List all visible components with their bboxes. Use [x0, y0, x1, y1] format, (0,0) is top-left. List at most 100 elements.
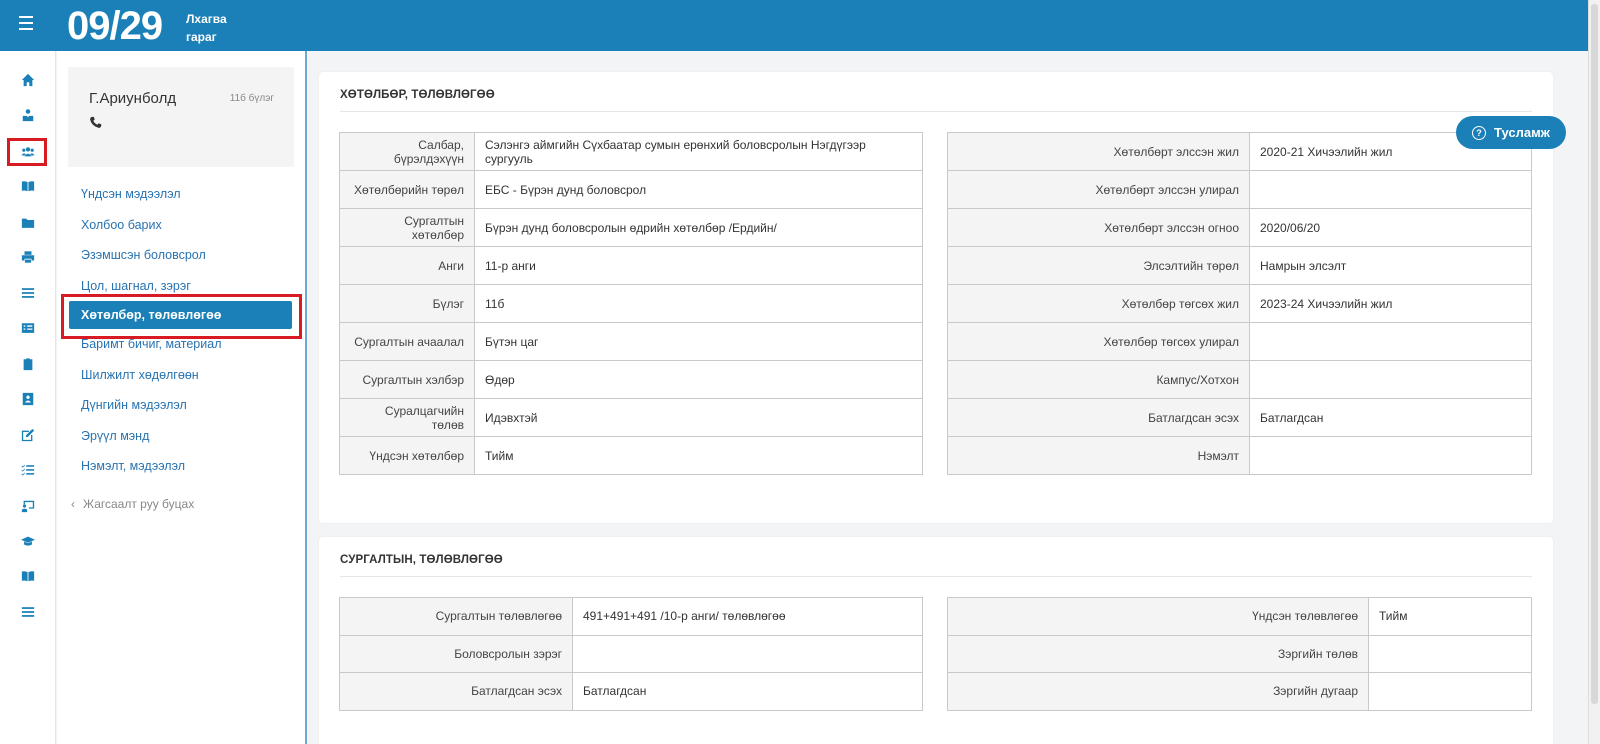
field-value: Намрын элсэлт	[1249, 246, 1532, 285]
field-label: Үндсэн хөтөлбөр	[339, 436, 475, 475]
field-label: Сургалтын хөтөлбөр	[339, 208, 475, 247]
field-label: Салбар, бүрэлдэхүүн	[339, 132, 475, 171]
menu-lines-icon[interactable]	[19, 603, 37, 621]
menu-item-transfers[interactable]: Шилжилт хөдөлгөөн	[57, 360, 305, 391]
field-label: Батлагдсан эсэх	[947, 398, 1250, 437]
contact-card-icon[interactable]	[19, 390, 37, 408]
profile-sidebar: Г.Ариунболд 11б бүлэг Үндсэн мэдээлэл Хо…	[57, 51, 307, 744]
profile-card: Г.Ариунболд 11б бүлэг	[68, 67, 294, 167]
student-name: Г.Ариунболд	[89, 90, 177, 107]
graduation-cap-icon[interactable]	[19, 532, 37, 550]
user-hand-icon[interactable]	[19, 106, 37, 124]
current-date: 09/29	[67, 4, 163, 48]
field-value: Тийм	[474, 436, 923, 475]
menu-item-basic-info[interactable]: Үндсэн мэдээлэл	[57, 179, 305, 210]
divider	[340, 576, 1532, 577]
field-value: 2023-24 Хичээлийн жил	[1249, 284, 1532, 323]
training-plan-title: СУРГАЛТЫН, ТӨЛӨВЛӨГӨӨ	[340, 554, 503, 566]
page-scrollbar[interactable]	[1588, 0, 1600, 744]
field-value: Тийм	[1368, 597, 1532, 636]
field-label: Сургалтын хэлбэр	[339, 360, 475, 399]
field-value	[1249, 170, 1532, 209]
table-row: Нэмэлт	[947, 436, 1532, 475]
menu-item-health[interactable]: Эрүүл мэнд	[57, 421, 305, 452]
field-value	[1249, 436, 1532, 475]
clipboard-icon[interactable]	[19, 355, 37, 373]
table-row: Боловсролын зэрэг	[339, 634, 923, 673]
phone-icon[interactable]	[89, 116, 103, 130]
field-value	[1249, 360, 1532, 399]
table-row: Суралцагчийн төлөв Идэвхтэй	[339, 398, 923, 437]
field-label: Хөтөлбөрт элссэн жил	[947, 132, 1250, 171]
chalkboard-icon[interactable]	[19, 497, 37, 515]
field-value	[572, 634, 923, 673]
table-row: Кампус/Хотхон	[947, 360, 1532, 399]
folder-icon[interactable]	[19, 214, 37, 232]
training-right-table: Үндсэн төлөвлөгөө Тийм Зэргийн төлөв Зэрг…	[947, 597, 1532, 711]
field-label: Хөтөлбөр төгсөх жил	[947, 284, 1250, 323]
field-label: Хөтөлбөр төгсөх улирал	[947, 322, 1250, 361]
help-button-label: Тусламж	[1494, 125, 1550, 140]
book-open-icon[interactable]	[19, 177, 37, 195]
program-right-table: Хөтөлбөрт элссэн жил 2020-21 Хичээлийн жи…	[947, 132, 1532, 475]
weekday-line2: гараг	[186, 30, 217, 44]
rail-selection-highlight	[7, 138, 47, 166]
table-row: Сургалтын төлөвлөгөө 491+491+491 /10-р ан…	[339, 597, 923, 636]
field-value: Өдөр	[474, 360, 923, 399]
table-row: Зэргийн дугаар	[947, 672, 1532, 711]
program-plan-card: ХӨТӨЛБӨР, ТӨЛӨВЛӨГӨӨ Салбар, бүрэлдэхүүн…	[319, 72, 1553, 523]
scrollbar-thumb[interactable]	[1591, 4, 1598, 704]
table-row: Анги 11-р анги	[339, 246, 923, 285]
table-row: Хөтөлбөр төгсөх жил 2023-24 Хичээлийн жил	[947, 284, 1532, 323]
edit-icon[interactable]	[19, 426, 37, 444]
list-icon[interactable]	[19, 284, 37, 302]
id-card-icon[interactable]	[19, 319, 37, 337]
table-row: Хөтөлбөрийн төрөл ЕБС - Бүрэн дунд боловс…	[339, 170, 923, 209]
weekday-line1: Лхагва	[186, 12, 227, 26]
field-label: Анги	[339, 246, 475, 285]
table-row: Хөтөлбөрт элссэн огноо 2020/06/20	[947, 208, 1532, 247]
menu-item-education[interactable]: Эзэмшсэн боловсрол	[57, 240, 305, 271]
back-to-list-link[interactable]: ‹ Жагсаалт руу буцах	[71, 497, 202, 511]
field-value: Батлагдсан	[1249, 398, 1532, 437]
training-left-table: Сургалтын төлөвлөгөө 491+491+491 /10-р ан…	[339, 597, 923, 711]
table-row: Сургалтын хөтөлбөр Бүрэн дунд боловсролын…	[339, 208, 923, 247]
field-label: Бүлэг	[339, 284, 475, 323]
menu-item-grades[interactable]: Дүнгийн мэдээлэл	[57, 390, 305, 421]
table-row: Батлагдсан эсэх Батлагдсан	[339, 672, 923, 711]
training-plan-card: СУРГАЛТЫН, ТӨЛӨВЛӨГӨӨ Сургалтын төлөвлөг…	[319, 537, 1553, 744]
menu-item-contact[interactable]: Холбоо барих	[57, 210, 305, 241]
home-icon[interactable]	[19, 71, 37, 89]
checklist-icon[interactable]	[19, 461, 37, 479]
back-to-list-label: Жагсаалт руу буцах	[83, 497, 195, 511]
field-value: 11-р анги	[474, 246, 923, 285]
field-value: ЕБС - Бүрэн дунд боловсрол	[474, 170, 923, 209]
field-value: Батлагдсан	[572, 672, 923, 711]
table-row: Бүлэг 11б	[339, 284, 923, 323]
menu-selection-highlight	[61, 294, 302, 339]
menu-item-additional-info[interactable]: Нэмэлт, мэдээлэл	[57, 451, 305, 482]
top-header: 09/29 Лхагва гараг	[0, 0, 1588, 51]
table-row: Үндсэн хөтөлбөр Тийм	[339, 436, 923, 475]
field-value: Сэлэнгэ аймгийн Сүхбаатар сумын ерөнхий …	[474, 132, 923, 171]
book-icon[interactable]	[19, 567, 37, 585]
help-button[interactable]: ? Тусламж	[1456, 116, 1566, 149]
field-label: Суралцагчийн төлөв	[339, 398, 475, 437]
field-value	[1249, 322, 1532, 361]
program-plan-title: ХӨТӨЛБӨР, ТӨЛӨВЛӨГӨӨ	[340, 89, 495, 101]
field-value	[1368, 634, 1532, 673]
field-label: Боловсролын зэрэг	[339, 634, 573, 673]
table-row: Үндсэн төлөвлөгөө Тийм	[947, 597, 1532, 636]
field-label: Кампус/Хотхон	[947, 360, 1250, 399]
hamburger-menu-icon[interactable]	[15, 16, 37, 34]
print-icon[interactable]	[19, 248, 37, 266]
field-value: Бүрэн дунд боловсролын өдрийн хөтөлбөр /…	[474, 208, 923, 247]
table-row: Сургалтын хэлбэр Өдөр	[339, 360, 923, 399]
table-row: Хөтөлбөрт элссэн улирал	[947, 170, 1532, 209]
field-label: Зэргийн төлөв	[947, 634, 1369, 673]
table-row: Хөтөлбөр төгсөх улирал	[947, 322, 1532, 361]
field-label: Зэргийн дугаар	[947, 672, 1369, 711]
divider	[340, 111, 1532, 112]
weekday-label: Лхагва гараг	[186, 10, 227, 46]
table-row: Салбар, бүрэлдэхүүн Сэлэнгэ аймгийн Сүхба…	[339, 132, 923, 171]
